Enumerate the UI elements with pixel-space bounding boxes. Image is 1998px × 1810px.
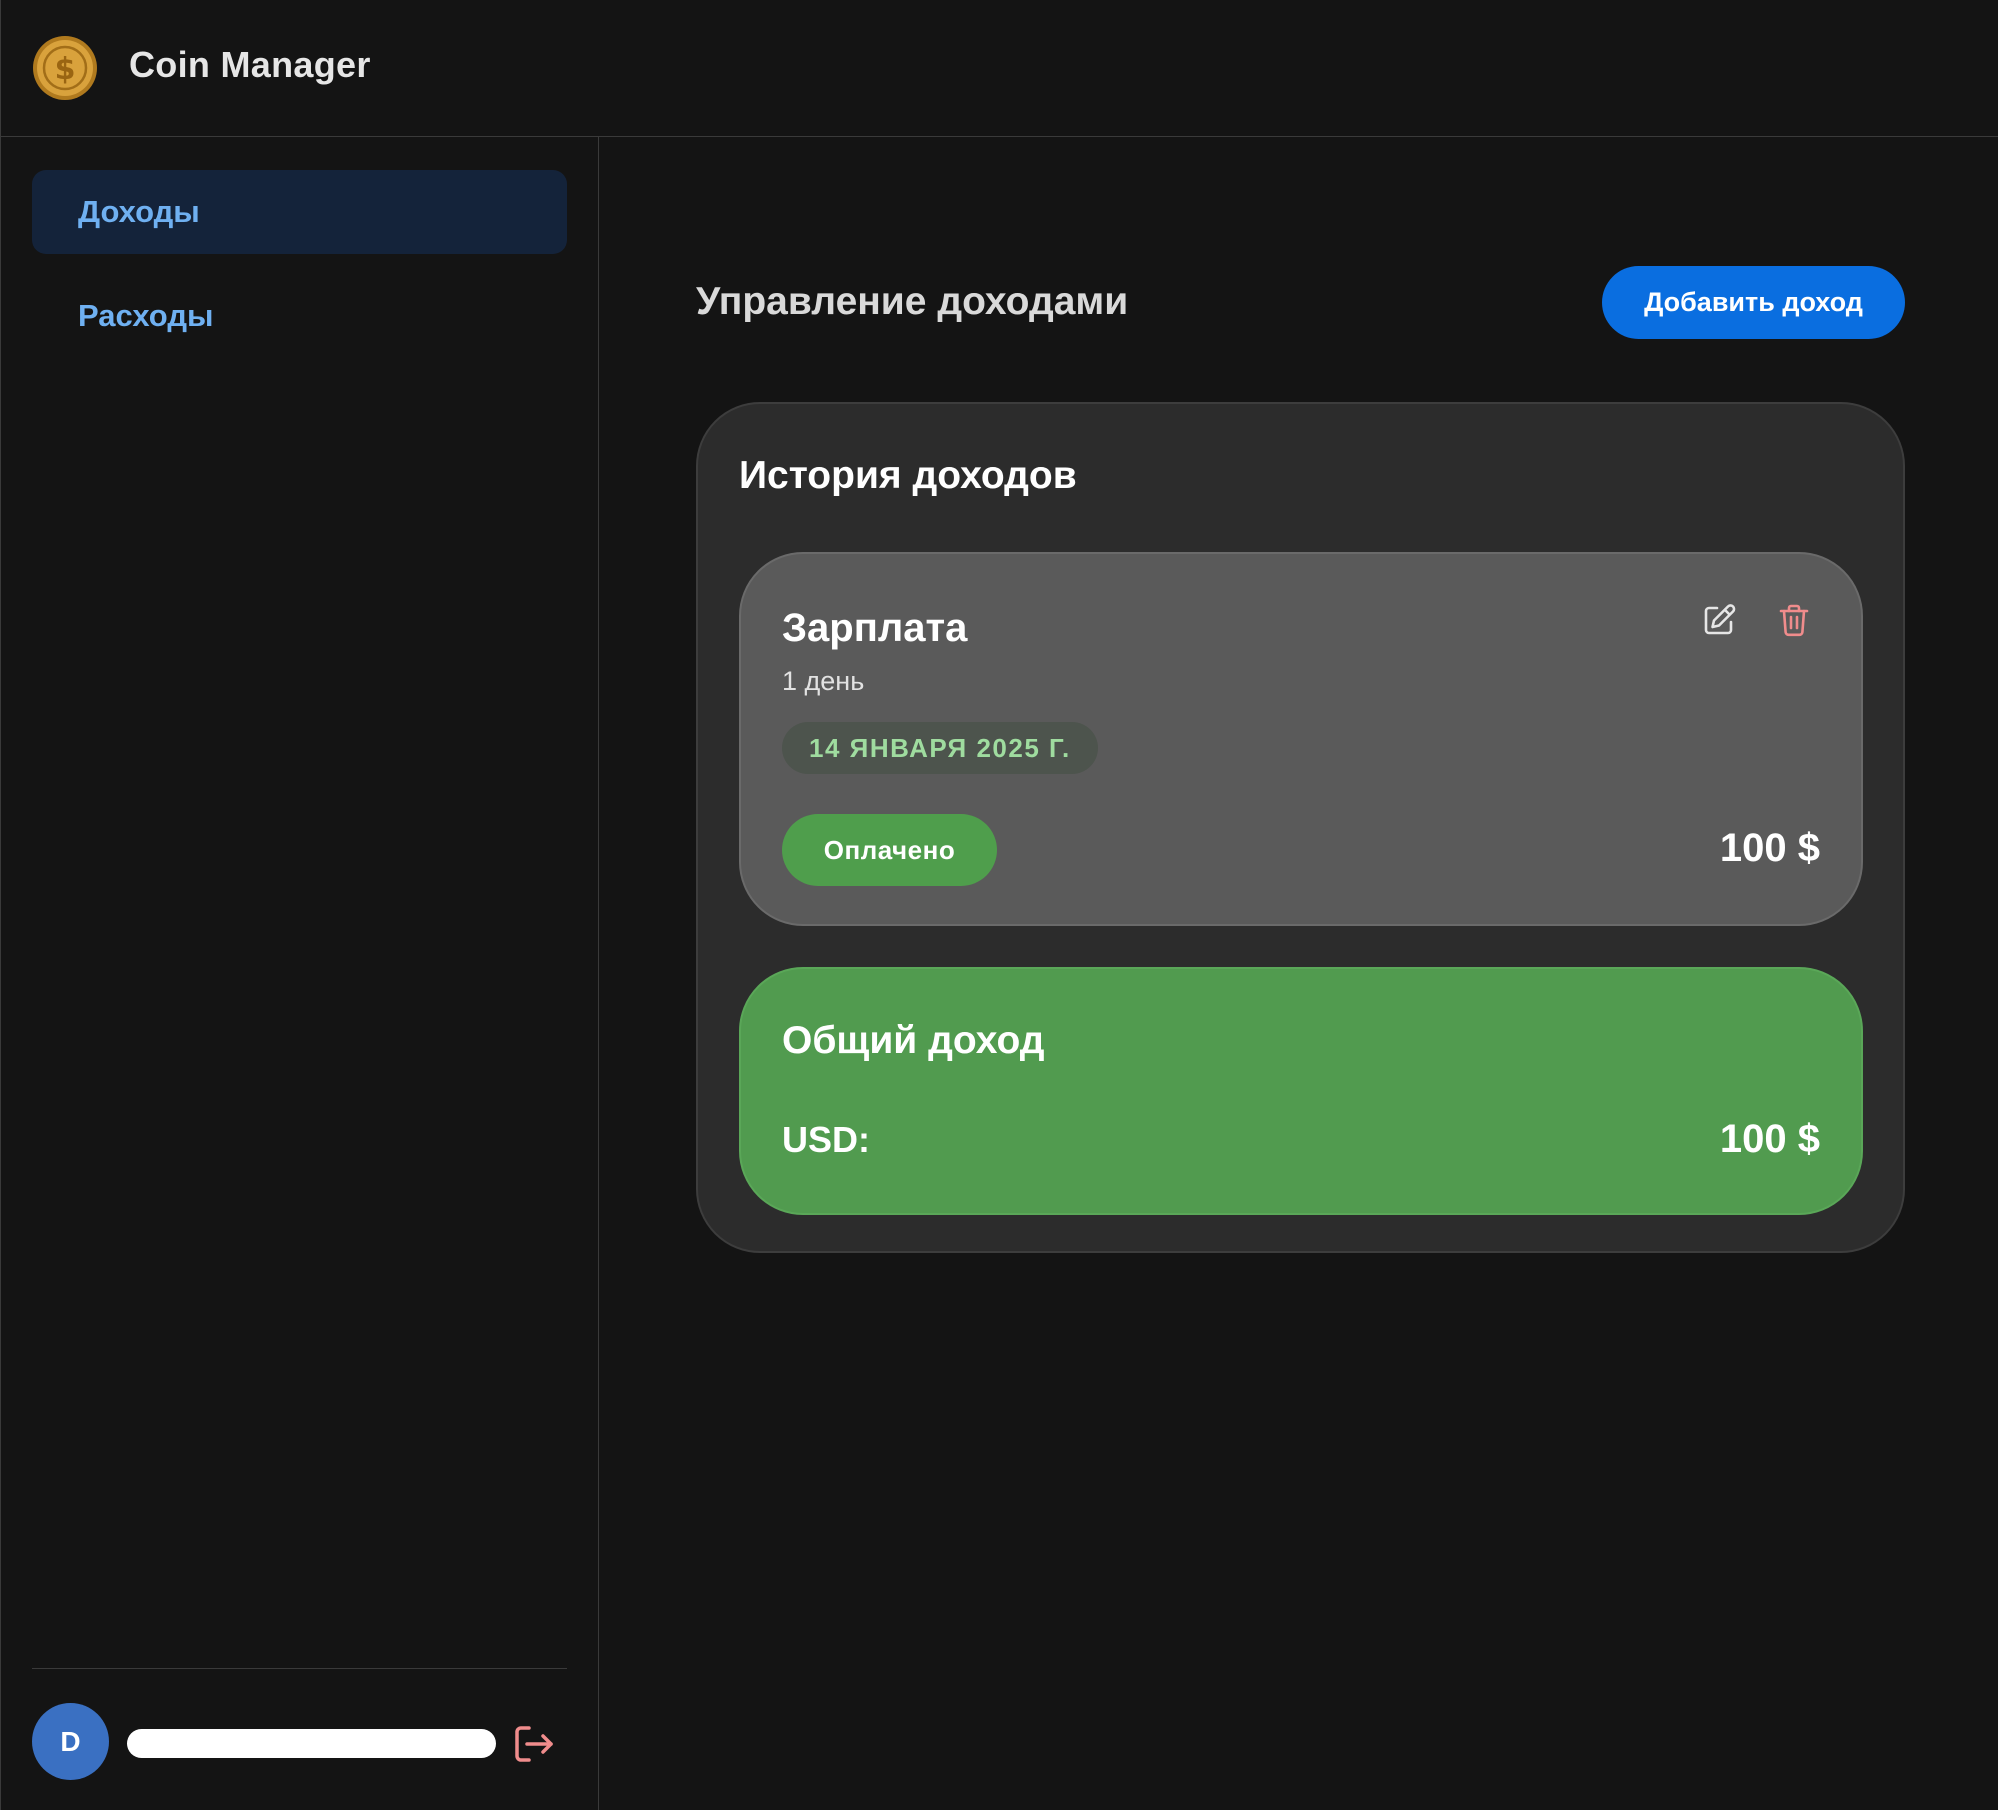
trash-icon[interactable]	[1776, 602, 1812, 638]
income-date-badge: 14 ЯНВАРЯ 2025 Г.	[782, 722, 1098, 774]
page-title: Управление доходами	[696, 280, 1129, 323]
top-header: $ Coin Manager	[0, 0, 1998, 137]
total-amount: 100 $	[1719, 1117, 1820, 1161]
pencil-edit-icon[interactable]	[1701, 602, 1737, 638]
income-amount: 100 $	[1719, 826, 1820, 870]
sidebar-item-label: Доходы	[78, 194, 200, 229]
coin-logo-icon: $	[32, 35, 98, 101]
svg-text:$: $	[55, 52, 76, 87]
user-email-redacted	[127, 1729, 496, 1758]
history-title: История доходов	[739, 454, 1077, 497]
add-income-button[interactable]: Добавить доход	[1602, 266, 1905, 339]
sidebar-divider	[32, 1668, 567, 1669]
user-avatar[interactable]: D	[32, 1703, 109, 1780]
logout-icon[interactable]	[509, 1720, 557, 1768]
main-content: Управление доходами Добавить доход Истор…	[599, 137, 1998, 1810]
app-title: Coin Manager	[129, 44, 371, 85]
sidebar-item-expenses[interactable]: Расходы	[32, 274, 567, 358]
income-history-card: История доходов Зарплата 1 день 14 ЯНВАР…	[696, 402, 1905, 1253]
sidebar: Доходы Расходы D	[0, 137, 599, 1810]
total-currency-label: USD:	[782, 1119, 870, 1160]
income-period: 1 день	[782, 666, 865, 696]
sidebar-item-label: Расходы	[78, 298, 214, 333]
income-list-item: Зарплата 1 день 14 ЯНВАРЯ 2025 Г. Оплаче…	[739, 552, 1863, 926]
sidebar-item-income[interactable]: Доходы	[32, 170, 567, 254]
income-name: Зарплата	[782, 606, 968, 650]
total-income-card: Общий доход USD: 100 $	[739, 967, 1863, 1215]
app-root: $ Coin Manager Доходы Расходы D Управлен…	[0, 0, 1998, 1810]
total-title: Общий доход	[782, 1019, 1045, 1062]
status-badge[interactable]: Оплачено	[782, 814, 997, 886]
